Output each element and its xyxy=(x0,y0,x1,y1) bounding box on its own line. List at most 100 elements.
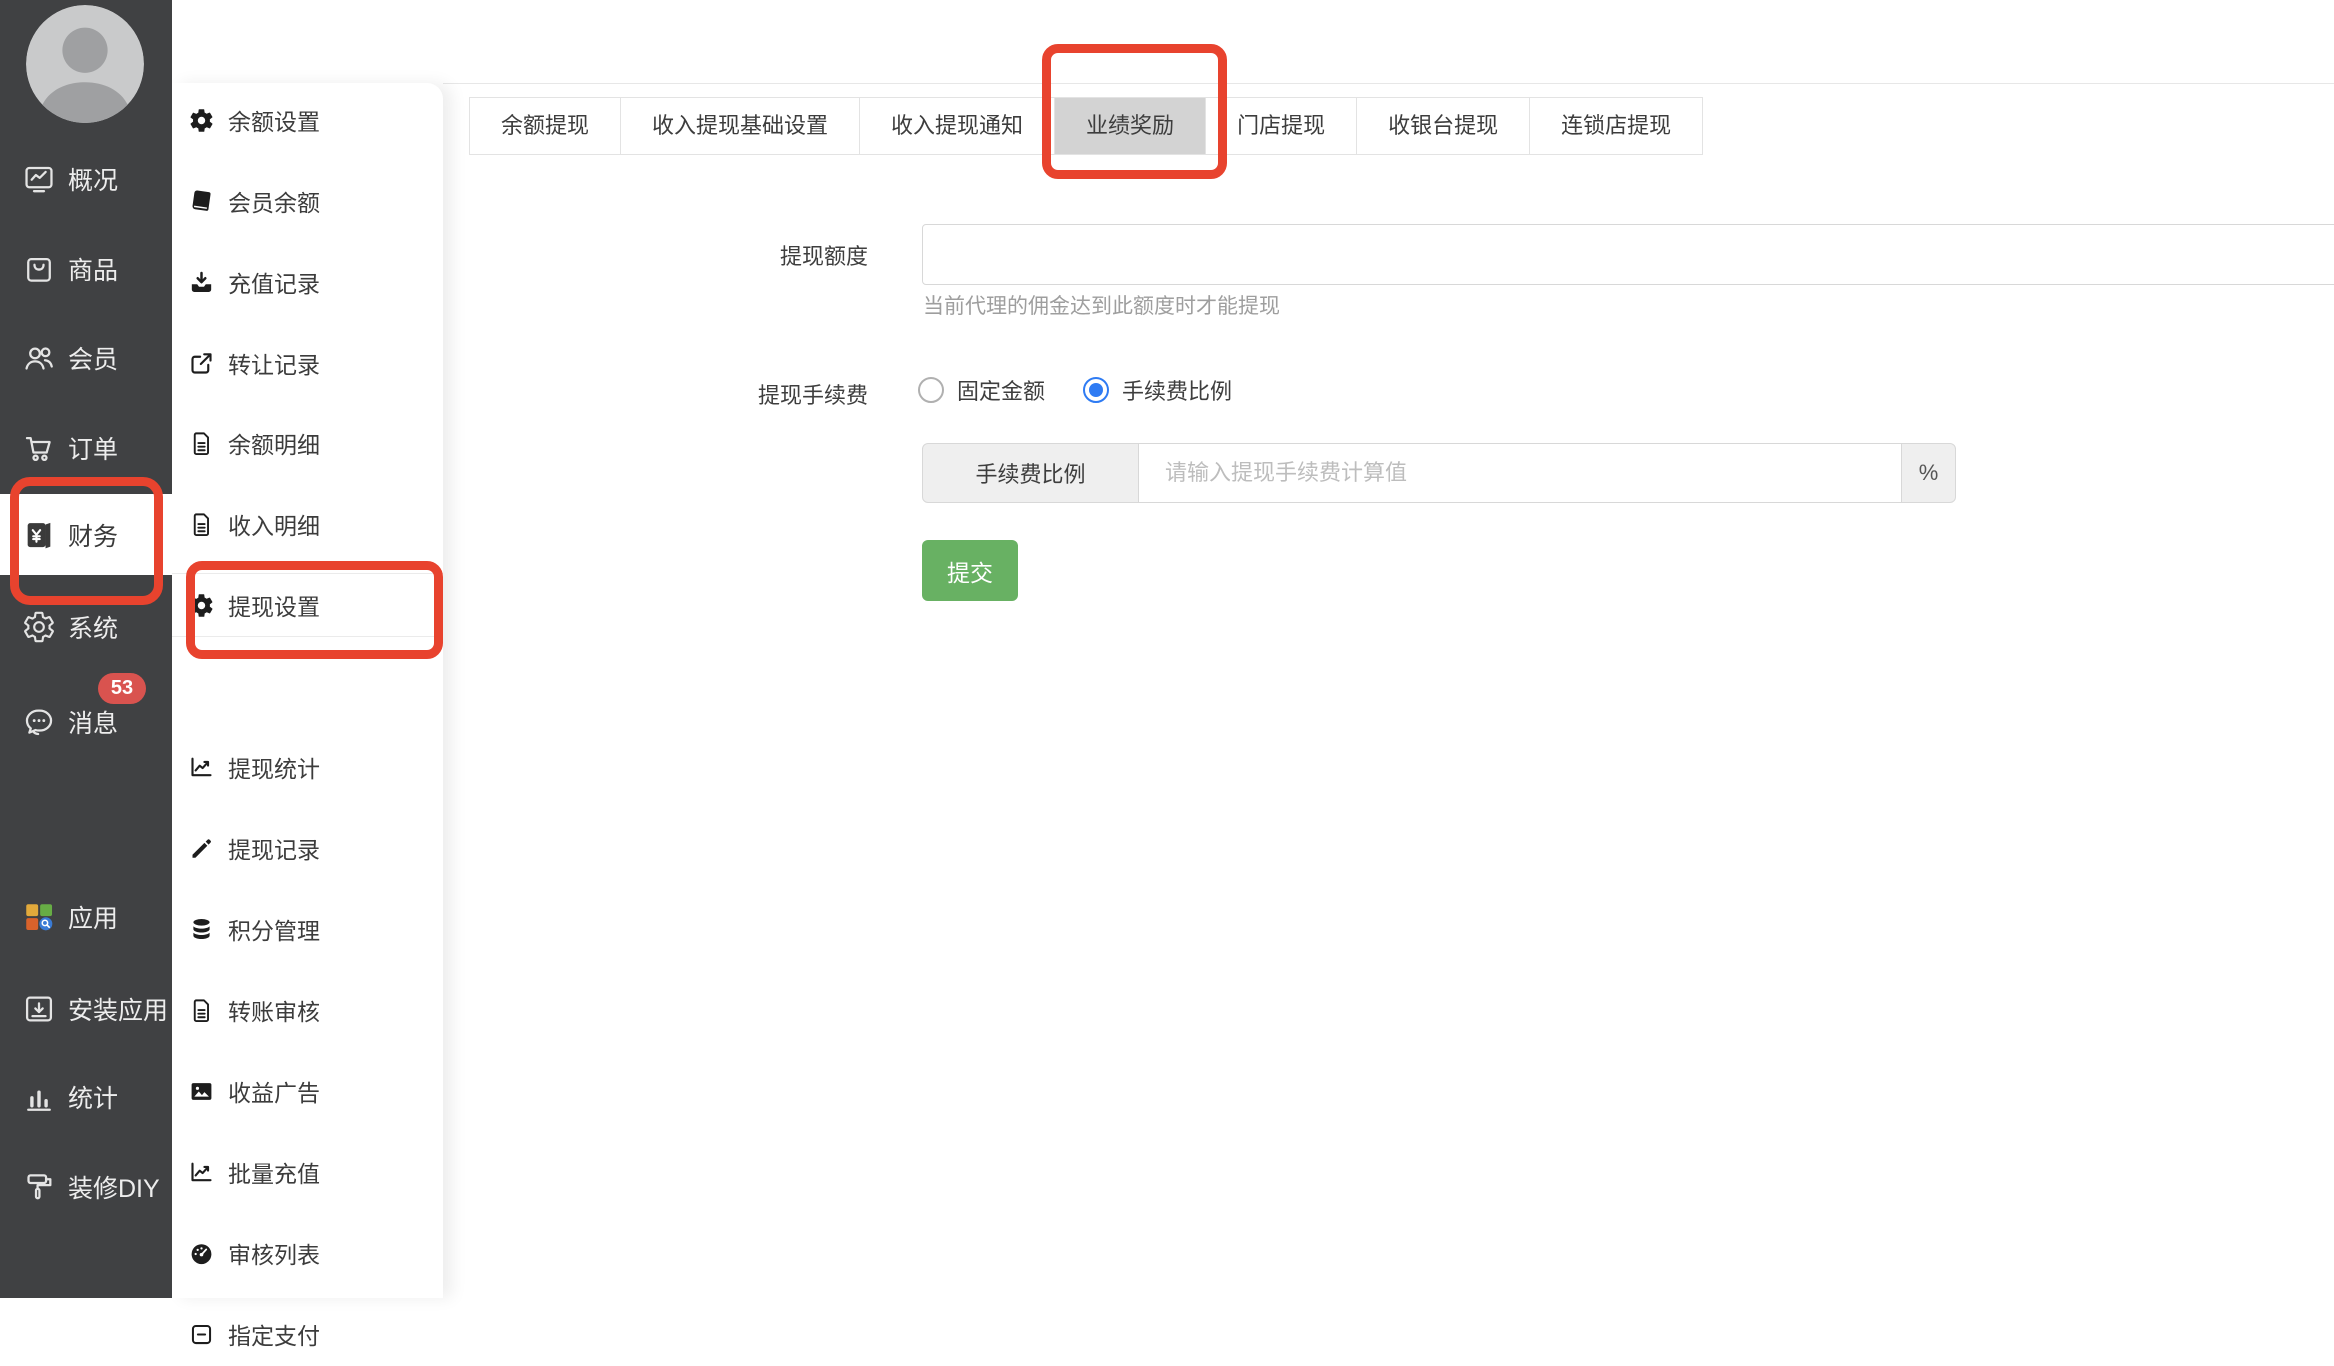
sidebar-item-install-apps[interactable]: 安装应用 xyxy=(0,964,172,1054)
primary-sidebar: 概况 商品 会员 订单 财务 系统 消息 53 应用 安装应用 统计 装修DIY xyxy=(0,0,172,1298)
menu-item-audit-list[interactable]: 审核列表 xyxy=(172,1221,443,1285)
fee-rate-input-group: 手续费比例 % xyxy=(922,443,1956,503)
file-icon xyxy=(187,996,215,1024)
menu-item-label: 提现记录 xyxy=(228,837,320,863)
fee-option-fixed-amount[interactable]: 固定金额 xyxy=(918,374,1045,406)
radio-label: 手续费比例 xyxy=(1122,379,1233,404)
menu-item-income-details[interactable]: 收入明细 xyxy=(172,492,443,556)
sidebar-item-label: 装修DIY xyxy=(68,1175,160,1203)
menu-item-label: 审核列表 xyxy=(228,1242,320,1268)
menu-item-label: 充值记录 xyxy=(228,271,320,297)
menu-item-label: 提现统计 xyxy=(228,756,320,782)
withdraw-fee-label: 提现手续费 xyxy=(757,383,868,408)
percent-suffix: % xyxy=(1901,443,1956,503)
menu-item-label: 收入明细 xyxy=(228,513,320,539)
download-icon xyxy=(187,268,215,296)
stats-bars-icon xyxy=(21,1079,57,1115)
sidebar-item-finance[interactable]: 财务 xyxy=(0,494,172,575)
admin-page: 概况 商品 会员 订单 财务 系统 消息 53 应用 安装应用 统计 装修DIY… xyxy=(0,0,2334,1349)
members-icon xyxy=(21,340,57,376)
messages-chat-icon xyxy=(21,704,57,740)
file-icon xyxy=(187,510,215,538)
menu-item-label: 余额设置 xyxy=(228,109,320,135)
external-link-icon xyxy=(187,349,215,377)
sidebar-item-members[interactable]: 会员 xyxy=(0,313,172,403)
menu-item-withdraw-stats[interactable]: 提现统计 xyxy=(172,735,443,799)
sidebar-item-label: 订单 xyxy=(68,436,119,464)
menu-item-label: 余额明细 xyxy=(228,432,320,458)
radio-unchecked-icon[interactable] xyxy=(918,377,944,403)
tab-cashier-withdraw[interactable]: 收银台提现 xyxy=(1357,98,1531,154)
menu-item-label: 转账审核 xyxy=(228,999,320,1025)
sidebar-item-stats[interactable]: 统计 xyxy=(0,1052,172,1142)
menu-item-label: 提现设置 xyxy=(228,594,320,620)
sidebar-item-label: 概况 xyxy=(68,167,119,195)
menu-item-transfer-records[interactable]: 转让记录 xyxy=(172,331,443,395)
system-gear-icon xyxy=(21,609,57,645)
image-icon xyxy=(187,1077,215,1105)
withdraw-settings-tabs: 余额提现 收入提现基础设置 收入提现通知 业绩奖励 门店提现 收银台提现 连锁店… xyxy=(469,97,1704,155)
withdraw-quota-helper-text: 当前代理的佣金达到此额度时才能提现 xyxy=(923,295,1280,318)
sidebar-item-label: 消息 xyxy=(68,710,119,738)
chart-line-icon xyxy=(187,753,215,781)
menu-item-recharge-records[interactable]: 充值记录 xyxy=(172,250,443,314)
sidebar-item-label: 统计 xyxy=(68,1085,119,1113)
menu-item-label: 积分管理 xyxy=(228,918,320,944)
menu-item-balance-details[interactable]: 余额明细 xyxy=(172,411,443,475)
sidebar-item-label: 财务 xyxy=(68,522,119,551)
finance-wallet-icon xyxy=(21,517,57,553)
sidebar-item-orders[interactable]: 订单 xyxy=(0,403,172,493)
withdraw-quota-label: 提现额度 xyxy=(779,244,868,269)
content-top-divider xyxy=(443,83,2334,84)
menu-item-income-ads[interactable]: 收益广告 xyxy=(172,1059,443,1123)
gauge-icon xyxy=(187,1239,215,1267)
sidebar-item-apps[interactable]: 应用 xyxy=(0,872,172,962)
menu-item-label: 收益广告 xyxy=(228,1080,320,1106)
menu-item-batch-recharge[interactable]: 批量充值 xyxy=(172,1140,443,1204)
tab-balance-withdraw[interactable]: 余额提现 xyxy=(470,98,622,154)
menu-item-withdraw-settings[interactable]: 提现设置 xyxy=(172,573,443,637)
radio-checked-icon[interactable] xyxy=(1083,377,1109,403)
orders-icon xyxy=(21,430,57,466)
menu-item-withdraw-records[interactable]: 提现记录 xyxy=(172,816,443,880)
coins-icon xyxy=(187,915,215,943)
minus-square-icon xyxy=(187,1320,215,1348)
sidebar-item-label: 会员 xyxy=(68,346,119,374)
avatar[interactable] xyxy=(26,5,144,123)
pencil-icon xyxy=(187,834,215,862)
sidebar-item-messages[interactable]: 消息 xyxy=(0,677,172,767)
sidebar-item-label: 商品 xyxy=(68,257,119,285)
tab-chain-store-withdraw[interactable]: 连锁店提现 xyxy=(1530,98,1703,154)
fee-rate-addon-label: 手续费比例 xyxy=(922,443,1139,503)
sidebar-item-label: 系统 xyxy=(68,615,119,643)
book-icon xyxy=(187,187,215,215)
menu-item-balance-settings[interactable]: 余额设置 xyxy=(172,88,443,152)
fee-rate-input[interactable] xyxy=(1139,443,1901,503)
menu-item-label: 批量充值 xyxy=(228,1161,320,1187)
diy-roller-icon xyxy=(21,1169,57,1205)
menu-item-designated-payment[interactable]: 指定支付 xyxy=(172,1302,443,1366)
tab-income-withdraw-basic[interactable]: 收入提现基础设置 xyxy=(621,98,861,154)
submit-button[interactable]: 提交 xyxy=(922,540,1018,601)
secondary-sidebar: 余额设置 会员余额 充值记录 转让记录 余额明细 收入明细 提现设置 提现统计 xyxy=(172,83,443,1349)
sidebar-item-diy[interactable]: 装修DIY xyxy=(0,1142,172,1232)
messages-count-badge: 53 xyxy=(98,673,146,704)
menu-item-label: 转让记录 xyxy=(228,352,320,378)
menu-item-points-management[interactable]: 积分管理 xyxy=(172,897,443,961)
withdraw-quota-input[interactable] xyxy=(922,224,2334,285)
radio-label: 固定金额 xyxy=(957,379,1046,404)
tab-store-withdraw[interactable]: 门店提现 xyxy=(1206,98,1358,154)
sidebar-item-goods[interactable]: 商品 xyxy=(0,224,172,314)
menu-item-transfer-audit[interactable]: 转账审核 xyxy=(172,978,443,1042)
tab-performance-reward[interactable]: 业绩奖励 xyxy=(1055,98,1207,154)
file-icon xyxy=(187,429,215,457)
overview-icon xyxy=(21,161,57,197)
menu-item-member-balance[interactable]: 会员余额 xyxy=(172,169,443,233)
sidebar-item-overview[interactable]: 概况 xyxy=(0,134,172,224)
tab-income-withdraw-notify[interactable]: 收入提现通知 xyxy=(860,98,1056,154)
sidebar-item-label: 安装应用 xyxy=(68,997,169,1025)
fee-option-rate[interactable]: 手续费比例 xyxy=(1083,374,1232,406)
menu-item-label: 会员余额 xyxy=(228,190,320,216)
goods-icon xyxy=(21,251,57,287)
sidebar-item-system[interactable]: 系统 xyxy=(0,582,172,672)
